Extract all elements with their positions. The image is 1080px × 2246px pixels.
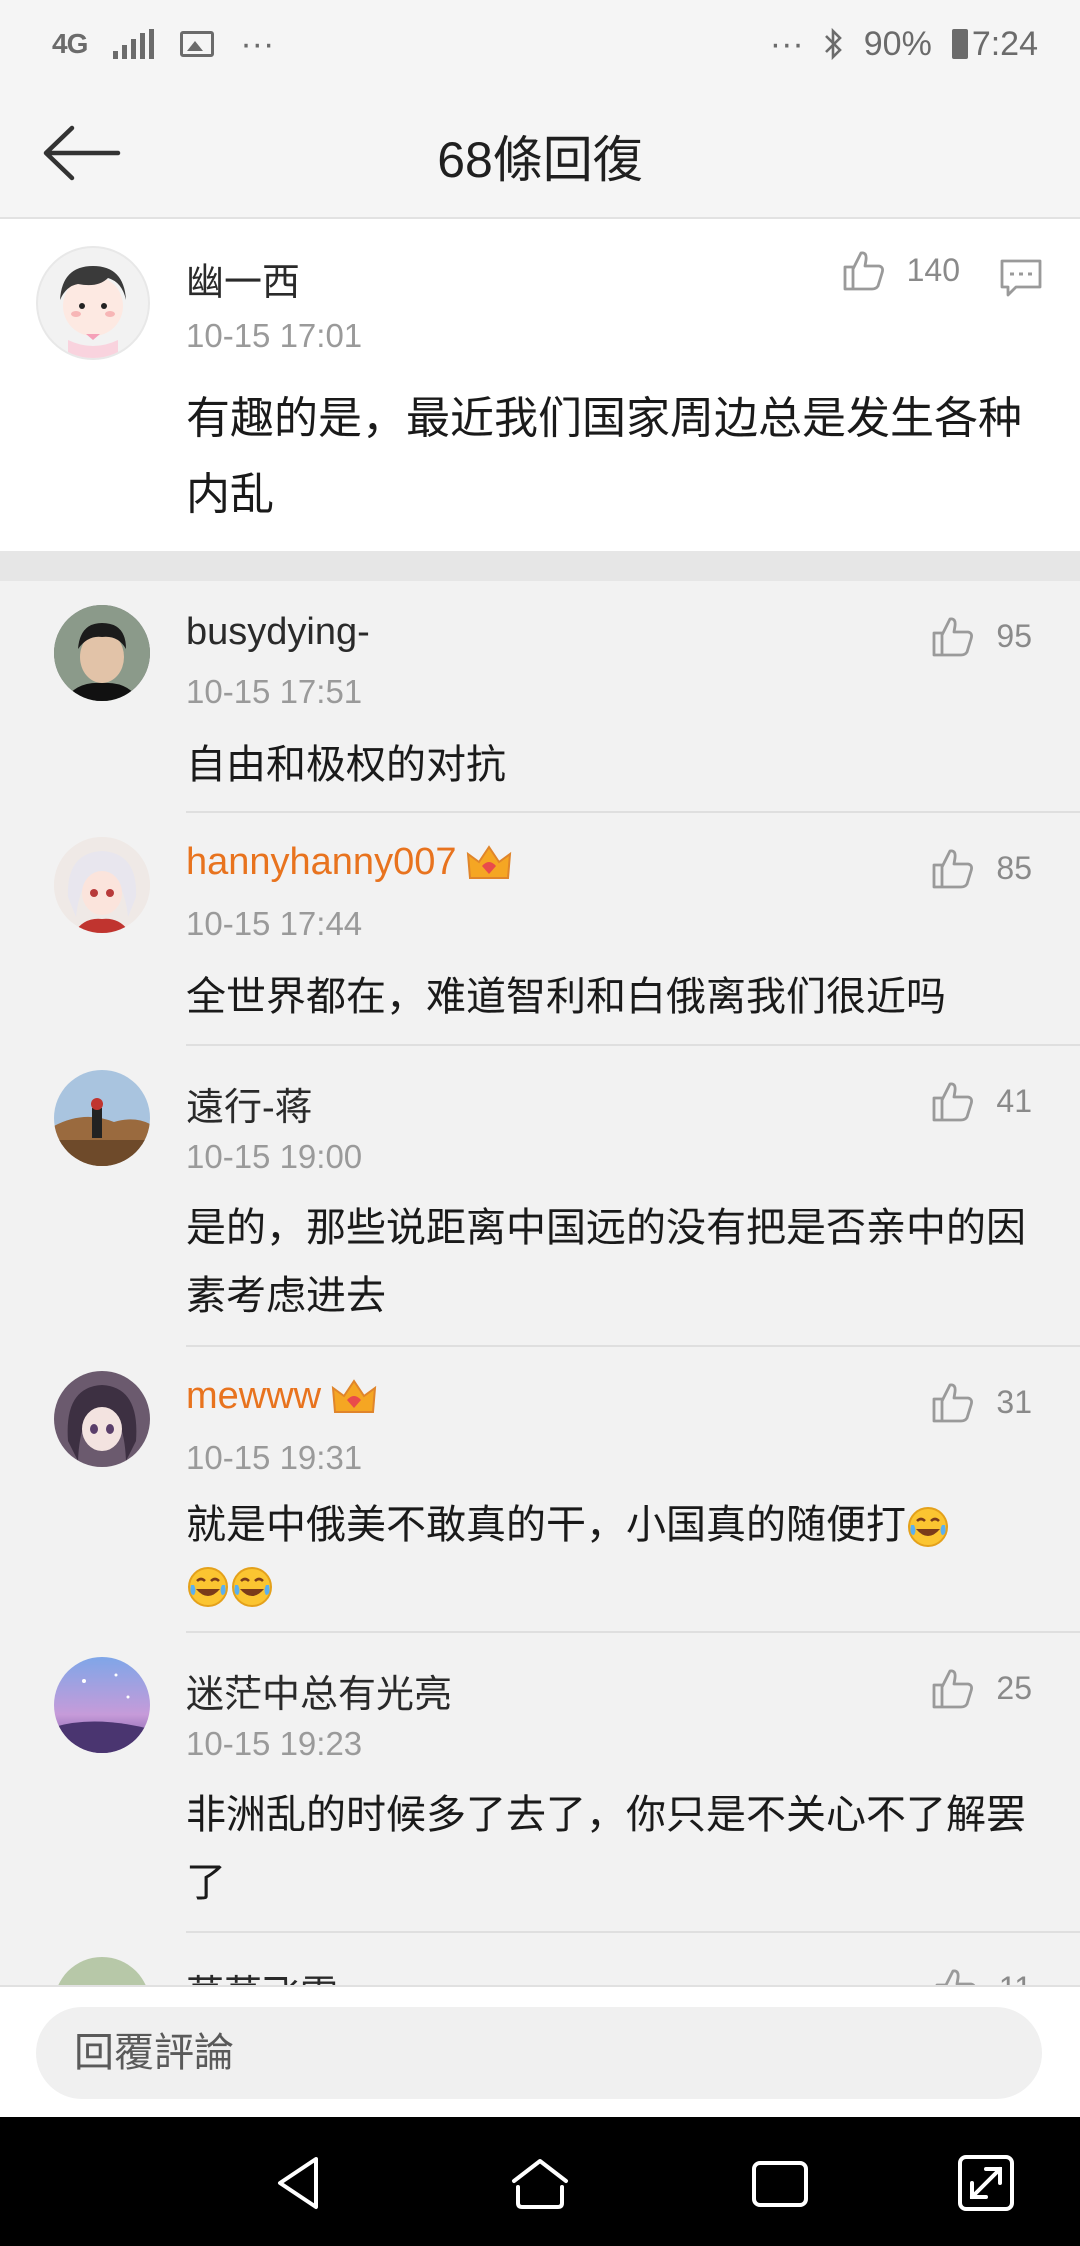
list-item: 迷茫中总有光亮 10-15 19:23 25 非洲乱的时候多了去了，你只是不关心… — [0, 1633, 1080, 1933]
comment-content: 全世界都在，难道智利和白俄离我们很近吗 — [186, 975, 946, 1019]
vip-crown-icon — [467, 845, 512, 879]
like-button[interactable]: 85 — [930, 845, 1032, 891]
recents-icon[interactable] — [744, 2147, 816, 2219]
like-count: 25 — [996, 1669, 1032, 1706]
like-button[interactable]: 95 — [930, 613, 1032, 659]
signal-icon — [113, 29, 155, 59]
list-item: hannyhanny007 10-15 17:44 85 全世界都在，难道智利和… — [0, 813, 1080, 1046]
section-divider — [0, 551, 1080, 581]
username[interactable]: 莫莫飞雪 — [186, 1963, 338, 1985]
comment-content: 有趣的是，最近我们国家周边总是发生各种内乱 — [186, 394, 1022, 519]
thumbs-up-icon — [933, 849, 974, 889]
battery-percent: 90% — [863, 25, 932, 63]
comment-content: 就是中俄美不敢真的干，小国真的随便打 — [186, 1495, 1046, 1615]
status-dots: ··· — [769, 25, 804, 63]
avatar[interactable] — [54, 1371, 150, 1467]
thumbs-up-icon — [933, 617, 974, 657]
comment-content: 自由和极权的对抗 — [186, 743, 506, 787]
bluetooth-icon — [824, 27, 842, 61]
like-button[interactable]: 25 — [930, 1665, 1032, 1711]
page-title: 68條回復 — [437, 132, 643, 188]
username-text: hannyhanny007 — [186, 841, 457, 883]
like-count: 95 — [996, 617, 1032, 654]
username[interactable]: mewww — [186, 1375, 377, 1418]
reply-input[interactable] — [36, 2007, 1042, 2099]
like-count: 31 — [996, 1383, 1032, 1420]
avatar-galaxy-image — [54, 1657, 150, 1753]
avatar-landscape-image — [54, 1070, 150, 1166]
app-header: 68條回復 — [0, 90, 1080, 219]
like-count: 140 — [906, 251, 960, 288]
avatar[interactable] — [54, 837, 150, 933]
thumbs-up-icon — [843, 251, 884, 291]
username[interactable]: 幽一西 — [186, 251, 300, 306]
avatar[interactable] — [54, 1657, 150, 1753]
system-nav-bar — [0, 2117, 1080, 2246]
thumbs-up-icon — [935, 1969, 975, 1985]
comment-time: 10-15 17:01 — [186, 317, 363, 354]
avatar-anime-image — [54, 837, 150, 933]
like-button[interactable]: 31 — [930, 1379, 1032, 1425]
username[interactable]: busydying- — [186, 611, 370, 654]
like-count: 85 — [996, 849, 1032, 886]
laughing-tears-emoji — [232, 1567, 272, 1608]
list-item: 莫莫飞雪 11 — [0, 1933, 1080, 1985]
status-more-dots: ··· — [240, 25, 275, 63]
avatar-anime-image — [54, 1371, 150, 1467]
like-count: 41 — [996, 1082, 1032, 1119]
battery-icon — [951, 29, 968, 59]
status-bar: 4G ··· ··· 90% 7:24 — [0, 0, 1080, 90]
username[interactable]: 迷茫中总有光亮 — [186, 1663, 452, 1718]
comment-time: 10-15 19:23 — [186, 1725, 363, 1762]
comment-time: 10-15 17:44 — [186, 905, 363, 942]
thumbs-up-icon — [933, 1383, 974, 1423]
comment-time: 10-15 19:00 — [186, 1138, 363, 1175]
list-item: 遠行-蒋 10-15 19:00 41 是的，那些说距离中国远的没有把是否亲中的… — [0, 1046, 1080, 1347]
comment-content: 是的，那些说距离中国远的没有把是否亲中的因素考虑进去 — [186, 1206, 1026, 1318]
avatar-boy-image — [54, 605, 150, 701]
home-icon[interactable] — [504, 2147, 576, 2219]
thumbs-up-icon — [933, 1082, 974, 1122]
list-item: busydying- 10-15 17:51 95 自由和极权的对抗 — [0, 581, 1080, 813]
avatar-girl-image — [60, 266, 126, 358]
list-item: mewww 10-15 19:31 31 就是中俄美不敢真的干，小国真的随便打 — [0, 1347, 1080, 1633]
thumbs-up-icon — [933, 1669, 974, 1709]
like-button[interactable]: 140 — [841, 247, 960, 293]
network-type: 4G — [52, 28, 88, 59]
like-button[interactable]: 41 — [930, 1078, 1032, 1124]
avatar[interactable] — [54, 1957, 150, 1985]
avatar[interactable] — [54, 605, 150, 701]
back-triangle-icon[interactable] — [264, 2147, 336, 2219]
vip-crown-icon — [331, 1379, 377, 1413]
comment-text: 就是中俄美不敢真的干，小国真的随便打 — [186, 1503, 906, 1547]
comment-time: 10-15 17:51 — [186, 673, 363, 710]
username[interactable]: hannyhanny007 — [186, 841, 512, 884]
image-icon — [180, 31, 215, 57]
comment-content: 非洲乱的时候多了去了，你只是不关心不了解罢了 — [186, 1793, 1026, 1905]
username[interactable]: 遠行-蒋 — [186, 1076, 313, 1131]
comment-icon[interactable] — [998, 255, 1044, 301]
comment-time: 10-15 19:31 — [186, 1439, 363, 1476]
clock: 7:24 — [971, 25, 1038, 63]
main-comment: 幽一西 10-15 17:01 140 有趣的是，最近我们国家周边总是发生各种内… — [0, 219, 1080, 551]
reply-bar — [0, 1985, 1080, 2119]
expand-icon[interactable] — [950, 2147, 1022, 2219]
like-count: 11 — [999, 1970, 1032, 1986]
avatar[interactable] — [36, 246, 150, 360]
like-button[interactable]: 11 — [933, 1965, 1032, 1985]
laughing-tears-emoji — [188, 1567, 228, 1608]
avatar[interactable] — [54, 1070, 150, 1166]
laughing-tears-emoji — [908, 1507, 948, 1548]
reply-list: busydying- 10-15 17:51 95 自由和极权的对抗 hanny… — [0, 581, 1080, 1985]
username-text: mewww — [186, 1375, 322, 1417]
